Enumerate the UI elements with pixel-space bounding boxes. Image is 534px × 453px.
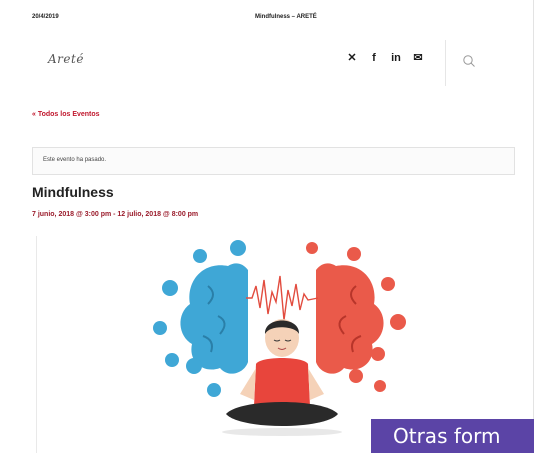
twitter-icon[interactable]: ✕ [346,52,358,64]
search-icon[interactable] [462,54,476,68]
all-events-link[interactable]: « Todos los Eventos [32,111,100,118]
mindfulness-illustration [153,240,406,436]
event-notice: Este evento ha pasado. [32,147,515,175]
notice-text: Este evento ha pasado. [43,157,107,163]
facebook-icon[interactable]: f [368,52,380,64]
email-icon[interactable]: ✉ [412,52,424,64]
print-title: Mindfulness – ARETÉ [255,14,317,20]
social-links: ✕ f in ✉ [346,52,424,64]
site-logo[interactable]: Areté [48,52,84,66]
print-date: 20/4/2019 [32,14,59,20]
event-title: Mindfulness [32,184,114,200]
print-header: 20/4/2019 Mindfulness – ARETÉ [0,14,534,26]
event-dates: 7 junio, 2018 @ 3:00 pm - 12 julio, 2018… [32,211,199,218]
site-header: Areté ✕ f in ✉ [0,40,534,86]
other-forms-button[interactable]: Otras form [371,419,534,453]
header-divider [445,40,446,86]
content-rule [36,236,37,453]
linkedin-icon[interactable]: in [390,52,402,64]
